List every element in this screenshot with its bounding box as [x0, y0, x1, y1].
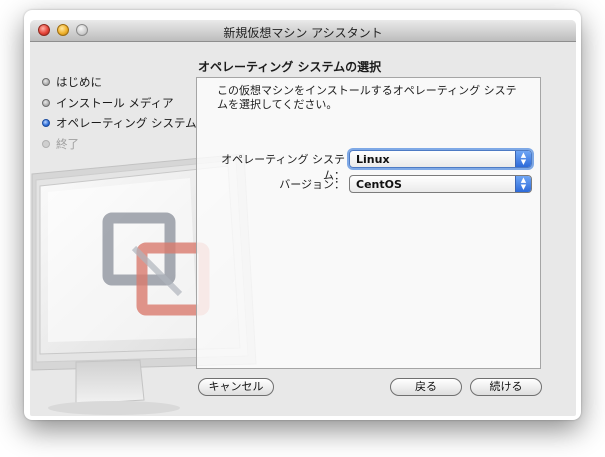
up-down-arrows-icon: ▲ ▼ [515, 176, 531, 192]
assistant-window: 新規仮想マシン アシスタント はじめに インストール メディア オペレーティング… [30, 20, 576, 416]
os-select[interactable]: Linux ▲ ▼ [349, 150, 532, 168]
page-title: オペレーティング システムの選択 [198, 60, 382, 74]
content-panel: この仮想マシンをインストールするオペレーティング システ ムを選択してください。… [196, 77, 541, 369]
back-button[interactable]: 戻る [390, 378, 462, 396]
sidebar-step-install-media: インストール メディア [42, 95, 174, 111]
instructions-line: ムを選択してください。 [217, 98, 338, 111]
step-bullet-icon [42, 140, 50, 148]
instructions-line: この仮想マシンをインストールするオペレーティング システ [217, 84, 517, 97]
version-select-value: CentOS [356, 178, 402, 191]
step-current-bullet-icon [42, 119, 50, 127]
sidebar-step-label: オペレーティング システム [56, 116, 197, 130]
sidebar-step-operating-system: オペレーティング システム [42, 115, 197, 131]
sidebar-step-label: 終了 [56, 137, 79, 151]
version-select[interactable]: CentOS ▲ ▼ [349, 175, 532, 193]
window-title: 新規仮想マシン アシスタント [223, 26, 383, 40]
vm-logo [102, 212, 210, 316]
step-bullet-icon [42, 99, 50, 107]
title-bar[interactable]: 新規仮想マシン アシスタント [30, 20, 576, 42]
step-bullet-icon [42, 78, 50, 86]
sidebar-step-label: インストール メディア [56, 96, 174, 110]
os-select-value: Linux [356, 153, 390, 166]
up-down-arrows-icon: ▲ ▼ [515, 151, 531, 167]
sidebar-step-intro: はじめに [42, 74, 102, 90]
version-label: バージョン： [279, 178, 345, 191]
cancel-button[interactable]: キャンセル [198, 378, 274, 396]
sidebar-step-label: はじめに [56, 75, 102, 89]
continue-button[interactable]: 続ける [470, 378, 542, 396]
instructions-text: この仮想マシンをインストールするオペレーティング システ ムを選択してください。 [217, 84, 527, 112]
sidebar-step-finish: 終了 [42, 136, 79, 152]
